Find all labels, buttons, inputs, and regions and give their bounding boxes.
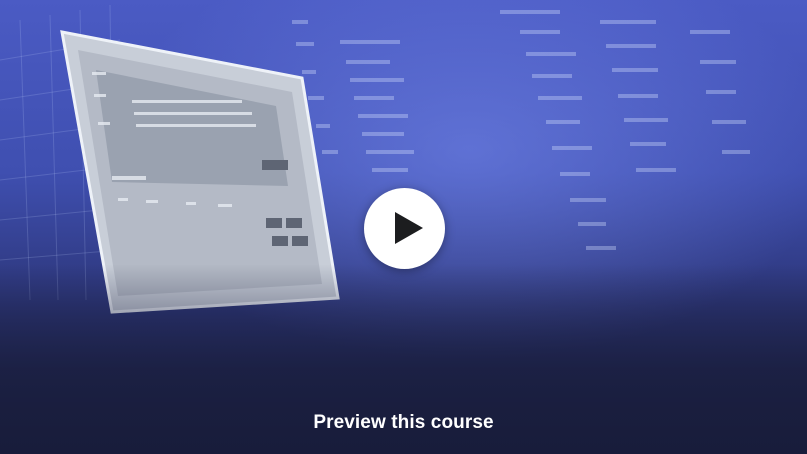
play-icon (395, 212, 423, 244)
course-preview[interactable]: Preview this course (0, 0, 807, 454)
play-button[interactable] (364, 188, 445, 269)
preview-course-label[interactable]: Preview this course (0, 412, 807, 434)
